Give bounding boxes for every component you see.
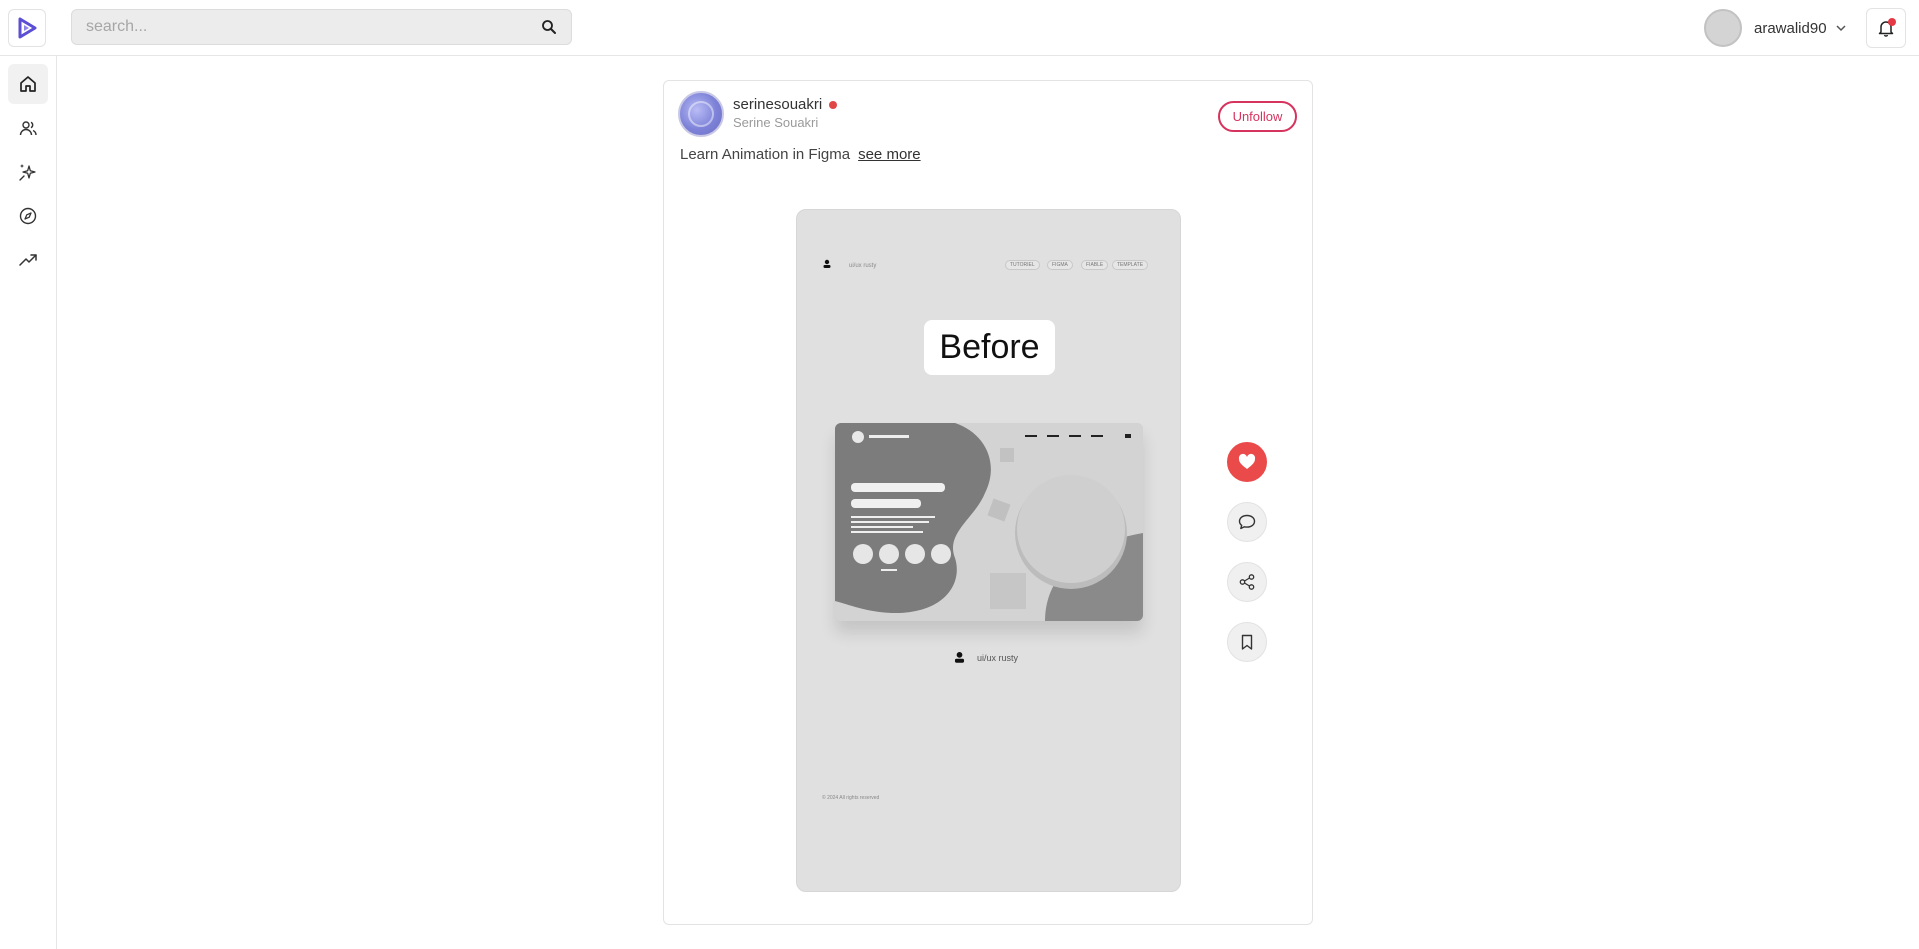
home-icon — [20, 76, 36, 92]
search-icon[interactable] — [541, 19, 557, 35]
bookmark-button[interactable] — [1227, 622, 1267, 662]
media-footer-brand: ui/ux rusty — [977, 653, 1019, 663]
notifications-button[interactable] — [1866, 8, 1906, 48]
media-brand-label: ui/ux rusty — [849, 263, 877, 269]
avatar — [1704, 9, 1742, 47]
heart-icon — [1238, 453, 1256, 469]
post-author-handle[interactable]: serinesouakri — [733, 96, 822, 113]
sparkles-icon — [19, 164, 36, 181]
users-icon — [19, 121, 37, 136]
see-more-link[interactable]: see more — [858, 146, 921, 163]
trending-icon — [19, 254, 37, 266]
post-author-avatar[interactable] — [678, 91, 724, 137]
media-nav-pill: TEMPLATE — [1112, 260, 1149, 270]
logo-icon — [18, 17, 37, 39]
sidebar-item-home[interactable] — [8, 64, 48, 104]
media-nav-pill: TUTORIEL — [1005, 260, 1040, 270]
share-icon — [1239, 574, 1255, 590]
caption-text: Learn Animation in Figma — [680, 146, 851, 163]
post-caption: Learn Animation in Figma see more — [680, 146, 921, 163]
sidebar-item-explore[interactable] — [8, 196, 48, 236]
post-card: serinesouakri Serine Souakri Unfollow Le… — [663, 80, 1313, 925]
media-nav-pill: FIGMA — [1047, 260, 1073, 270]
sidebar — [0, 56, 57, 949]
sidebar-item-trending[interactable] — [8, 240, 48, 280]
post-author-name: Serine Souakri — [733, 115, 819, 130]
search-bar — [71, 9, 572, 45]
user-menu[interactable]: arawalid90 — [1704, 8, 1847, 48]
online-status-dot — [829, 101, 837, 109]
share-button[interactable] — [1227, 562, 1267, 602]
comment-icon — [1238, 514, 1256, 530]
media-title: Before — [924, 320, 1055, 375]
media-copyright: © 2024 All rights reserved — [822, 795, 880, 801]
comment-button[interactable] — [1227, 502, 1267, 542]
sidebar-item-discover[interactable] — [8, 152, 48, 192]
avatar-pattern — [688, 101, 714, 127]
sidebar-item-people[interactable] — [8, 108, 48, 148]
person-icon — [823, 259, 831, 268]
top-bar: arawalid90 — [0, 0, 1919, 56]
bookmark-icon — [1241, 634, 1253, 650]
notification-badge — [1888, 18, 1896, 26]
search-input[interactable] — [86, 10, 526, 44]
chevron-down-icon — [1836, 25, 1846, 32]
person-icon — [954, 652, 965, 663]
like-button[interactable] — [1227, 442, 1267, 482]
post-media[interactable]: ui/ux rusty TUTORIEL FIGMA FIABLE TEMPLA… — [796, 209, 1181, 892]
mockup-illustration — [835, 423, 1143, 621]
website-mockup-image — [835, 423, 1143, 621]
unfollow-button[interactable]: Unfollow — [1218, 101, 1297, 132]
app-logo[interactable] — [8, 9, 46, 47]
compass-icon — [19, 207, 37, 225]
username: arawalid90 — [1754, 19, 1827, 37]
media-nav-pill: FIABLE — [1081, 260, 1109, 270]
